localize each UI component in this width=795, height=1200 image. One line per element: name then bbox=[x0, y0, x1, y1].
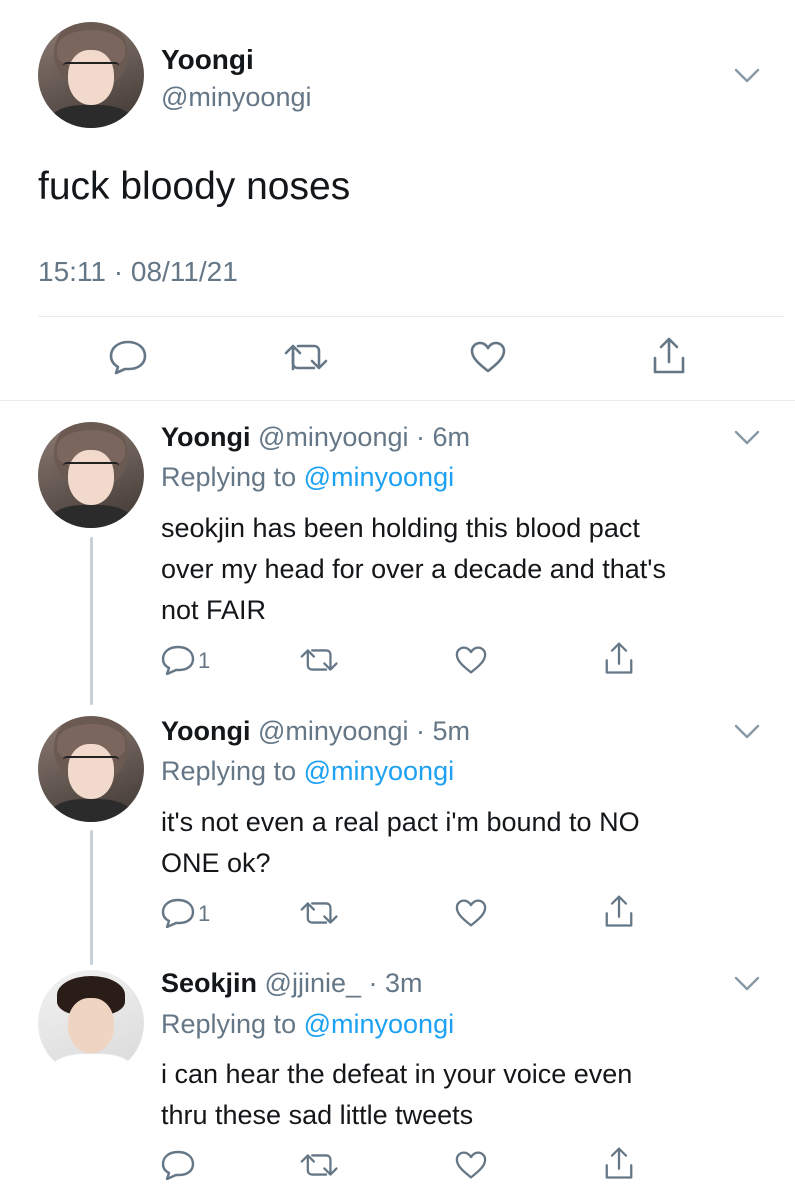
reply-text-line: seokjin has been holding this blood pact bbox=[161, 513, 640, 543]
reply-text-line: thru these sad little tweets bbox=[161, 1100, 474, 1130]
chevron-down-icon[interactable] bbox=[734, 430, 760, 446]
reply-text: seokjin has been holding this blood pact… bbox=[161, 508, 666, 631]
time-ago[interactable]: · 5m bbox=[416, 716, 470, 746]
reply-text-line: over my head for over a decade and that'… bbox=[161, 554, 666, 584]
avatar[interactable] bbox=[38, 716, 144, 822]
replying-to-label: Replying to bbox=[161, 1009, 297, 1039]
handle[interactable]: @jjinie_ bbox=[265, 968, 361, 998]
divider bbox=[38, 316, 784, 317]
reply-text-line: it's not even a real pact i'm bound to N… bbox=[161, 807, 640, 837]
timestamp[interactable]: 15:11 · 08/11/21 bbox=[38, 256, 238, 288]
display-name[interactable]: Seokjin bbox=[161, 968, 257, 998]
reply-count: 1 bbox=[198, 648, 211, 673]
like-icon[interactable] bbox=[454, 898, 488, 928]
reply-icon[interactable] bbox=[161, 1150, 195, 1180]
avatar[interactable] bbox=[38, 22, 144, 128]
reply-text: it's not even a real pact i'm bound to N… bbox=[161, 802, 640, 884]
like-icon[interactable] bbox=[454, 1150, 488, 1180]
retweet-icon[interactable] bbox=[284, 341, 330, 373]
chevron-down-icon[interactable] bbox=[734, 724, 760, 740]
share-icon[interactable] bbox=[603, 1146, 635, 1181]
replying-to-handle[interactable]: @minyoongi bbox=[304, 756, 454, 786]
share-icon[interactable] bbox=[603, 641, 635, 676]
retweet-icon[interactable] bbox=[300, 646, 340, 674]
replying-to-handle[interactable]: @minyoongi bbox=[304, 1009, 454, 1039]
chevron-down-icon[interactable] bbox=[734, 976, 760, 992]
replying-to: Replying to @minyoongi bbox=[161, 756, 454, 787]
time-ago[interactable]: · 6m bbox=[416, 422, 470, 452]
reply-icon[interactable] bbox=[161, 645, 195, 675]
replying-to-label: Replying to bbox=[161, 756, 297, 786]
display-name[interactable]: Yoongi bbox=[161, 716, 250, 746]
reply-header: Yoongi @minyoongi · 6m bbox=[161, 422, 470, 453]
time-ago[interactable]: · 3m bbox=[369, 968, 423, 998]
chevron-down-icon[interactable] bbox=[734, 68, 760, 84]
retweet-icon[interactable] bbox=[300, 899, 340, 927]
avatar[interactable] bbox=[38, 422, 144, 528]
divider bbox=[0, 400, 795, 401]
thread-line bbox=[90, 830, 93, 965]
display-name[interactable]: Yoongi bbox=[161, 44, 254, 76]
replying-to: Replying to @minyoongi bbox=[161, 462, 454, 493]
retweet-icon[interactable] bbox=[300, 1151, 340, 1179]
display-name[interactable]: Yoongi bbox=[161, 422, 250, 452]
handle[interactable]: @minyoongi bbox=[258, 422, 408, 452]
reply-header: Seokjin @jjinie_ · 3m bbox=[161, 968, 423, 999]
replying-to-label: Replying to bbox=[161, 462, 297, 492]
avatar[interactable] bbox=[38, 970, 144, 1076]
tweet-text: fuck bloody noses bbox=[38, 165, 351, 208]
handle[interactable]: @minyoongi bbox=[258, 716, 408, 746]
reply-text: i can hear the defeat in your voice even… bbox=[161, 1054, 632, 1136]
reply-text-line: i can hear the defeat in your voice even bbox=[161, 1059, 633, 1089]
reply-count: 1 bbox=[198, 901, 211, 926]
like-icon[interactable] bbox=[454, 645, 488, 675]
replying-to: Replying to @minyoongi bbox=[161, 1009, 454, 1040]
reply-text-line: ONE ok? bbox=[161, 848, 271, 878]
reply-text-line: not FAIR bbox=[161, 595, 267, 625]
reply-header: Yoongi @minyoongi · 5m bbox=[161, 716, 470, 747]
reply-icon[interactable] bbox=[108, 339, 148, 375]
thread-line bbox=[90, 537, 93, 705]
share-icon[interactable] bbox=[603, 894, 635, 929]
replying-to-handle[interactable]: @minyoongi bbox=[304, 462, 454, 492]
like-icon[interactable] bbox=[469, 340, 507, 374]
handle[interactable]: @minyoongi bbox=[161, 82, 311, 113]
reply-icon[interactable] bbox=[161, 898, 195, 928]
share-icon[interactable] bbox=[651, 336, 687, 376]
